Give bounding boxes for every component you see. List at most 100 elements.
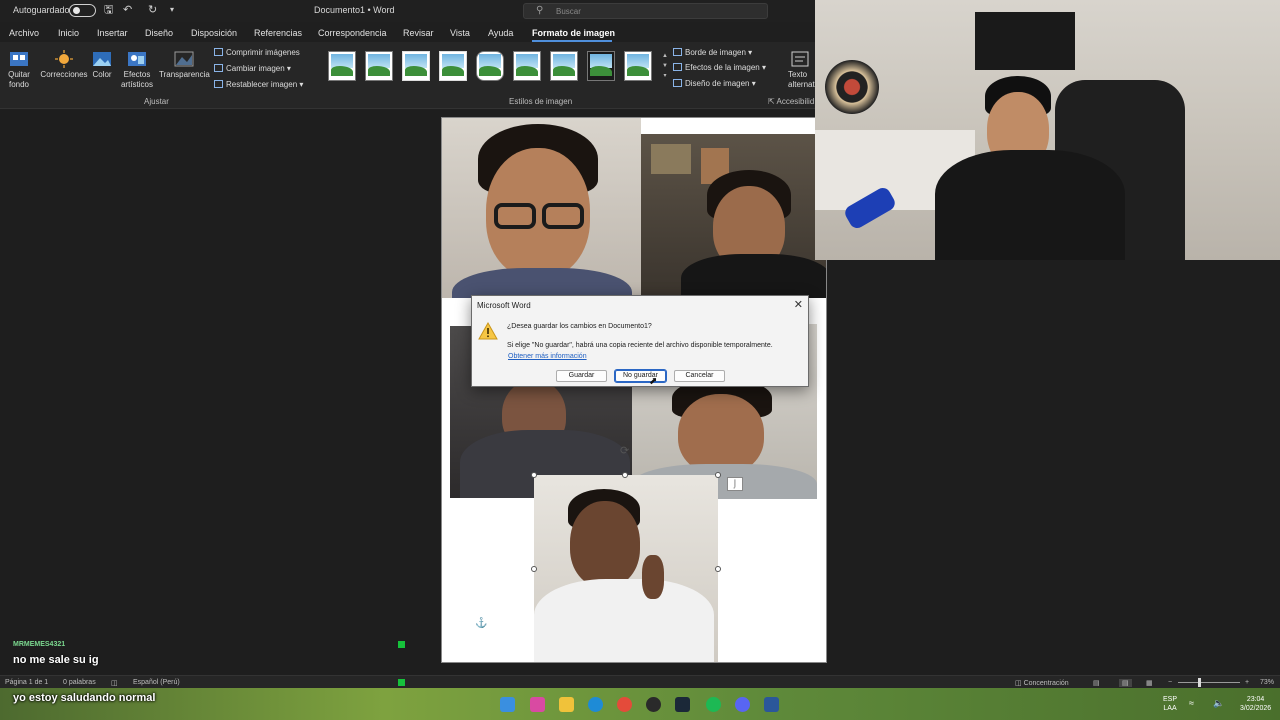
word-count[interactable]: 0 palabras [63, 679, 96, 686]
color-button[interactable]: Color [90, 50, 114, 80]
mouse-cursor-icon: ⬈ [649, 376, 658, 387]
read-mode-icon[interactable]: ▤ [1093, 679, 1100, 687]
app-icon[interactable] [530, 697, 545, 712]
document-page[interactable]: ⟳ ⌡ ⚓ [441, 117, 827, 663]
volume-icon[interactable]: 🔈 [1213, 699, 1224, 708]
artistic-effects-icon [128, 52, 146, 66]
autosave-toggle[interactable] [69, 4, 96, 17]
zoom-in-icon[interactable]: + [1245, 679, 1249, 686]
keyboard-layout: LAA [1163, 705, 1177, 712]
resize-handle[interactable] [715, 472, 721, 478]
wifi-icon[interactable]: ≈ [1189, 699, 1194, 708]
gallery-scroll[interactable]: ▲ ▼ ▾ [661, 51, 669, 83]
transparency-icon [174, 51, 194, 67]
discord-icon[interactable] [735, 697, 750, 712]
style-thumb[interactable] [439, 51, 467, 81]
tab-revisar[interactable]: Revisar [403, 28, 434, 38]
zoom-out-icon[interactable]: − [1168, 679, 1172, 686]
resize-handle[interactable] [715, 566, 721, 572]
webcam-photo-2[interactable] [641, 134, 826, 298]
style-thumb[interactable] [587, 51, 615, 81]
tab-archivo[interactable]: Archivo [9, 28, 39, 38]
tab-disposicion[interactable]: Disposición [191, 28, 237, 38]
resize-handle[interactable] [531, 472, 537, 478]
tab-formato-de-imagen[interactable]: Formato de imagen [532, 28, 615, 38]
warning-icon [478, 322, 498, 340]
style-thumb[interactable] [402, 51, 430, 81]
tab-referencias[interactable]: Referencias [254, 28, 302, 38]
redo-icon[interactable]: ↻ [148, 4, 157, 16]
layout-options-icon[interactable]: ⌡ [727, 477, 743, 491]
clock[interactable]: 23:04 3/02/2026 [1240, 695, 1271, 713]
tab-insertar[interactable]: Insertar [97, 28, 128, 38]
picture-effects-label: Efectos de la imagen [685, 63, 760, 72]
tab-correspondencia[interactable]: Correspondencia [318, 28, 387, 38]
change-image-button[interactable]: Cambiar imagen ▾ [214, 64, 291, 73]
layout-icon [673, 79, 682, 87]
tab-ayuda[interactable]: Ayuda [488, 28, 513, 38]
corrections-button[interactable]: Correcciones [38, 50, 90, 80]
close-icon[interactable]: ✕ [794, 298, 803, 311]
resize-handle[interactable] [531, 566, 537, 572]
picture-effects-button[interactable]: Efectos de la imagen ▾ [673, 63, 766, 72]
focus-icon: ◫ [1015, 680, 1024, 687]
input-language[interactable]: ESP LAA [1163, 695, 1177, 713]
cancel-button[interactable]: Cancelar [674, 370, 725, 382]
style-thumb[interactable] [476, 51, 504, 81]
picture-layout-button[interactable]: Diseño de imagen ▾ [673, 79, 756, 88]
resize-handle[interactable] [622, 472, 628, 478]
accessibility-group-label: ⇱ Accesibilid [768, 97, 814, 106]
spotify-icon[interactable] [706, 697, 721, 712]
proofing-icon[interactable]: ◫ [111, 679, 118, 687]
remove-background-button[interactable]: Quitar fondo [4, 50, 34, 90]
zoom-slider-thumb[interactable] [1198, 678, 1201, 687]
picture-styles-gallery [322, 51, 662, 83]
transparency-label: Transparencia [159, 70, 210, 79]
tab-vista[interactable]: Vista [450, 28, 470, 38]
language-status[interactable]: Español (Perú) [133, 679, 180, 686]
style-thumb[interactable] [513, 51, 541, 81]
style-thumb[interactable] [365, 51, 393, 81]
style-thumb[interactable] [550, 51, 578, 81]
chrome-icon[interactable] [617, 697, 632, 712]
word-icon[interactable] [764, 697, 779, 712]
rotate-handle-icon[interactable]: ⟳ [620, 445, 632, 457]
focus-mode-button[interactable]: ◫ Concentración [1015, 679, 1069, 687]
dialog-info: Si elige "No guardar", habrá una copia r… [507, 342, 773, 349]
dialog-question: ¿Desea guardar los cambios en Documento1… [507, 323, 652, 330]
edge-icon[interactable] [588, 697, 603, 712]
obs-icon[interactable] [646, 697, 661, 712]
transparency-button[interactable]: Transparencia [159, 50, 210, 80]
reset-image-label: Restablecer imagen [226, 80, 298, 89]
selected-photo[interactable] [534, 475, 718, 662]
undo-icon[interactable]: ↶ [123, 4, 132, 16]
picture-border-button[interactable]: Borde de imagen ▾ [673, 48, 752, 57]
save-button[interactable]: Guardar [556, 370, 607, 382]
chat-badge-icon [398, 641, 405, 648]
webcam-photo-1[interactable] [442, 118, 641, 298]
reset-image-button[interactable]: Restablecer imagen ▾ [214, 80, 303, 89]
style-thumb[interactable] [624, 51, 652, 81]
artistic-effects-button[interactable]: Efectos artísticos [114, 50, 160, 90]
zoom-level[interactable]: 73% [1260, 679, 1274, 686]
windows-taskbar: ESP LAA ≈ 🔈 23:04 3/02/2026 [0, 688, 1280, 720]
zoom-slider[interactable] [1178, 682, 1240, 683]
style-thumb[interactable] [328, 51, 356, 81]
save-icon[interactable]: 🖫 [104, 4, 113, 16]
anchor-icon: ⚓ [475, 618, 488, 629]
more-info-link[interactable]: Obtener más información [508, 353, 587, 360]
focus-label: Concentración [1023, 680, 1069, 687]
start-icon[interactable] [500, 697, 515, 712]
tab-diseno[interactable]: Diseño [145, 28, 173, 38]
file-explorer-icon[interactable] [559, 697, 574, 712]
alt-text-button[interactable]: Texto alternativ [782, 50, 815, 90]
customize-toolbar-icon[interactable]: ▾ [170, 4, 174, 16]
search-input[interactable]: ⚲ Buscar [523, 3, 768, 19]
print-layout-icon[interactable]: ▤ [1119, 679, 1132, 687]
web-layout-icon[interactable]: ▦ [1146, 679, 1153, 687]
compress-images-button[interactable]: Comprimir imágenes [214, 48, 300, 57]
steam-icon[interactable] [675, 697, 690, 712]
dont-save-button[interactable]: No guardar [614, 369, 667, 383]
tab-inicio[interactable]: Inicio [58, 28, 79, 38]
page-count[interactable]: Página 1 de 1 [5, 679, 48, 686]
